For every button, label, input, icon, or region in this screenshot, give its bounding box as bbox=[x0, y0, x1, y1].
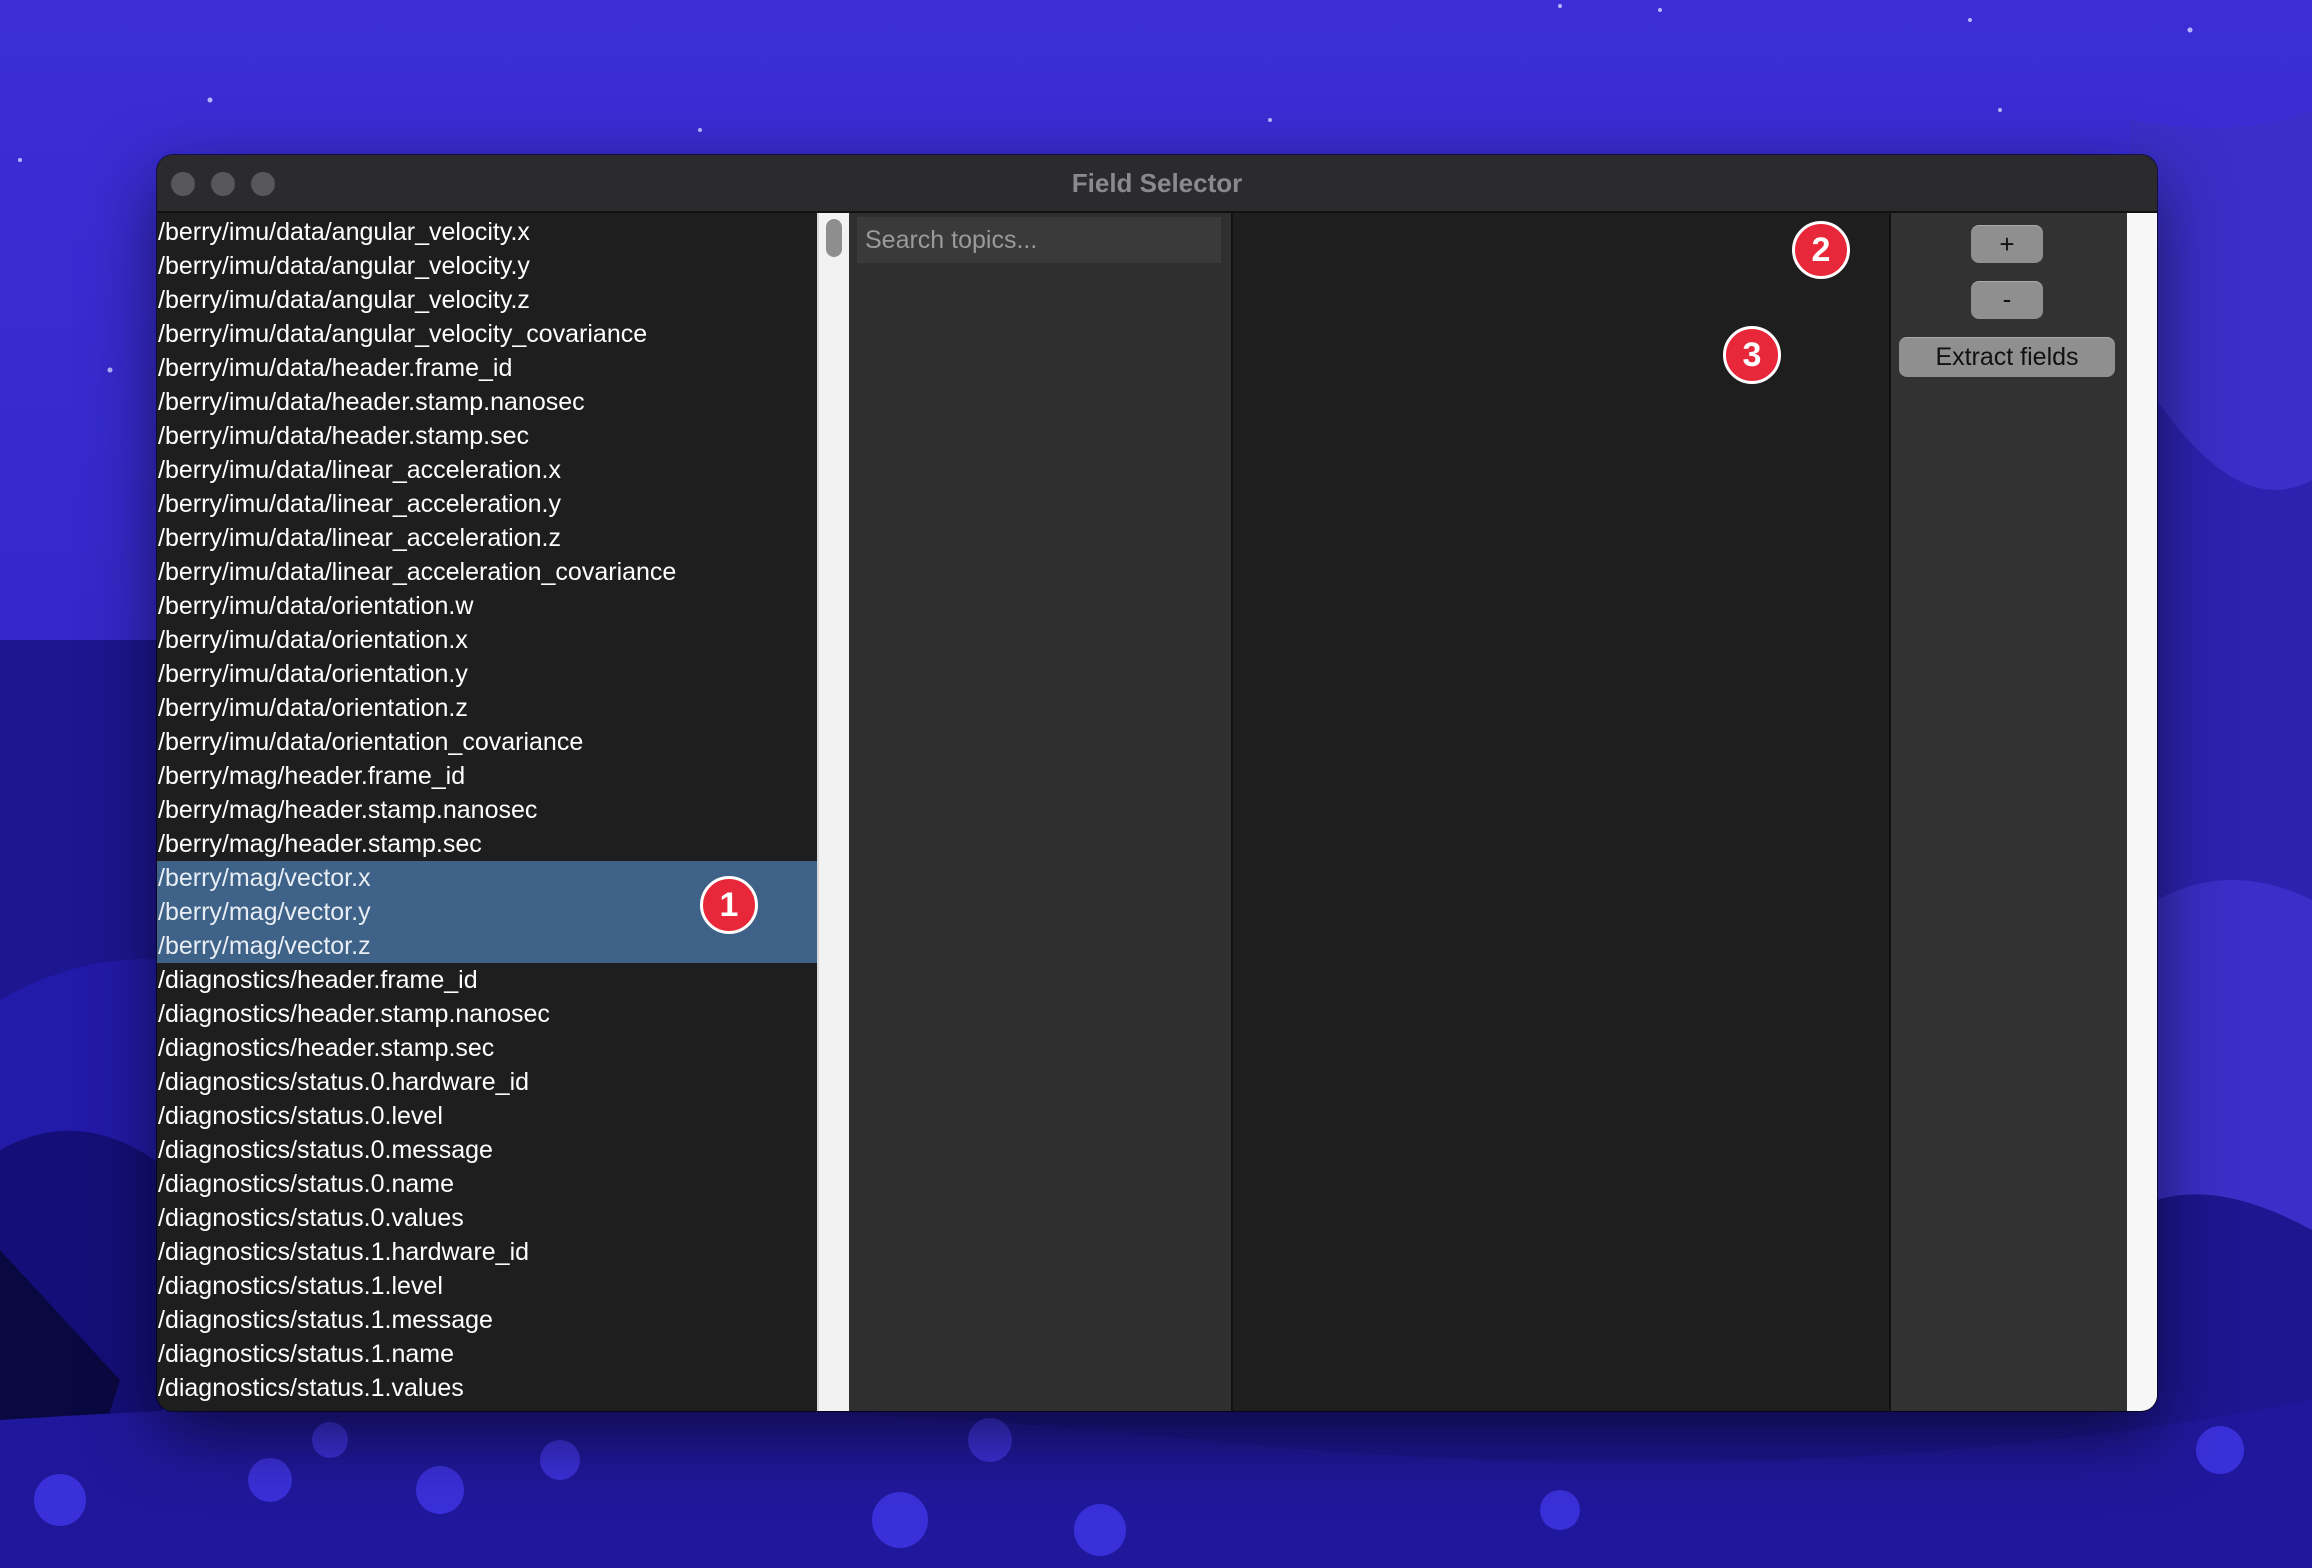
annotation-badge-2: 2 bbox=[1792, 221, 1850, 279]
field-list-item[interactable]: /diagnostics/status.0.hardware_id bbox=[157, 1065, 817, 1099]
field-list-item[interactable]: /berry/imu/data/linear_acceleration.y bbox=[157, 487, 817, 521]
field-list-item[interactable]: /berry/imu/data/orientation.z bbox=[157, 691, 817, 725]
field-list-item[interactable]: /berry/imu/data/header.stamp.nanosec bbox=[157, 385, 817, 419]
window-content: /berry/imu/data/angular_velocity.x/berry… bbox=[157, 213, 2157, 1411]
field-list-item[interactable]: /berry/mag/header.frame_id bbox=[157, 759, 817, 793]
search-topics-input[interactable] bbox=[857, 217, 1221, 263]
field-list-item[interactable]: /diagnostics/status.0.message bbox=[157, 1133, 817, 1167]
field-list-item[interactable]: /diagnostics/status.0.name bbox=[157, 1167, 817, 1201]
window-titlebar: Field Selector bbox=[157, 155, 2157, 213]
selected-fields-list[interactable] bbox=[1231, 213, 1891, 1411]
field-list-item[interactable]: /berry/imu/data/linear_acceleration.z bbox=[157, 521, 817, 555]
field-list-item[interactable]: /berry/mag/header.stamp.nanosec bbox=[157, 793, 817, 827]
field-selector-window: Field Selector /berry/imu/data/angular_v… bbox=[157, 155, 2157, 1411]
field-list-item[interactable]: /berry/imu/data/header.stamp.sec bbox=[157, 419, 817, 453]
field-list-item[interactable]: /berry/imu/data/angular_velocity.x bbox=[157, 215, 817, 249]
add-field-button[interactable]: + bbox=[1971, 225, 2043, 263]
field-list-item[interactable]: /diagnostics/header.stamp.sec bbox=[157, 1031, 817, 1065]
field-list-item[interactable]: /diagnostics/status.0.level bbox=[157, 1099, 817, 1133]
window-title: Field Selector bbox=[1071, 168, 1243, 198]
annotation-badge-1: 1 bbox=[700, 876, 758, 934]
field-list-item[interactable]: /diagnostics/status.1.message bbox=[157, 1303, 817, 1337]
remove-field-button[interactable]: - bbox=[1971, 281, 2043, 319]
field-list-item[interactable]: /diagnostics/status.1.level bbox=[157, 1269, 817, 1303]
scrollbar-thumb[interactable] bbox=[826, 219, 842, 257]
field-list-item[interactable]: /berry/imu/data/linear_acceleration_cova… bbox=[157, 555, 817, 589]
field-list-item[interactable]: /diagnostics/status.1.hardware_id bbox=[157, 1235, 817, 1269]
field-list-item[interactable]: /diagnostics/status.1.values bbox=[157, 1371, 817, 1405]
field-list-item[interactable]: /diagnostics/header.stamp.nanosec bbox=[157, 997, 817, 1031]
controls-pane: + - Extract fields bbox=[1891, 213, 2127, 1411]
field-list-item[interactable]: /berry/imu/data/orientation.y bbox=[157, 657, 817, 691]
field-list-item[interactable]: /berry/imu/data/angular_velocity.z bbox=[157, 283, 817, 317]
field-list-item[interactable]: /berry/mag/header.stamp.sec bbox=[157, 827, 817, 861]
fields-list-scrollbar[interactable] bbox=[817, 213, 851, 1411]
field-list-item[interactable]: /berry/imu/data/angular_velocity.y bbox=[157, 249, 817, 283]
field-list-item[interactable]: /berry/imu/data/angular_velocity_covaria… bbox=[157, 317, 817, 351]
available-fields-list[interactable]: /berry/imu/data/angular_velocity.x/berry… bbox=[157, 213, 817, 1411]
topics-pane bbox=[849, 213, 1231, 1411]
field-list-item[interactable]: /diagnostics/header.frame_id bbox=[157, 963, 817, 997]
field-list-item[interactable]: /berry/imu/data/header.frame_id bbox=[157, 351, 817, 385]
field-list-item[interactable]: /diagnostics/status.1.name bbox=[157, 1337, 817, 1371]
window-right-edge bbox=[2127, 213, 2157, 1411]
field-list-item[interactable]: /berry/imu/data/orientation.x bbox=[157, 623, 817, 657]
field-list-item[interactable]: /berry/imu/data/orientation_covariance bbox=[157, 725, 817, 759]
extract-fields-button[interactable]: Extract fields bbox=[1899, 337, 2115, 377]
field-list-item[interactable]: /berry/mag/vector.z bbox=[157, 929, 817, 963]
field-list-item[interactable]: /diagnostics/status.0.values bbox=[157, 1201, 817, 1235]
annotation-badge-3: 3 bbox=[1723, 326, 1781, 384]
available-fields-items: /berry/imu/data/angular_velocity.x/berry… bbox=[157, 213, 817, 1405]
field-list-item[interactable]: /berry/imu/data/linear_acceleration.x bbox=[157, 453, 817, 487]
field-list-item[interactable]: /berry/imu/data/orientation.w bbox=[157, 589, 817, 623]
